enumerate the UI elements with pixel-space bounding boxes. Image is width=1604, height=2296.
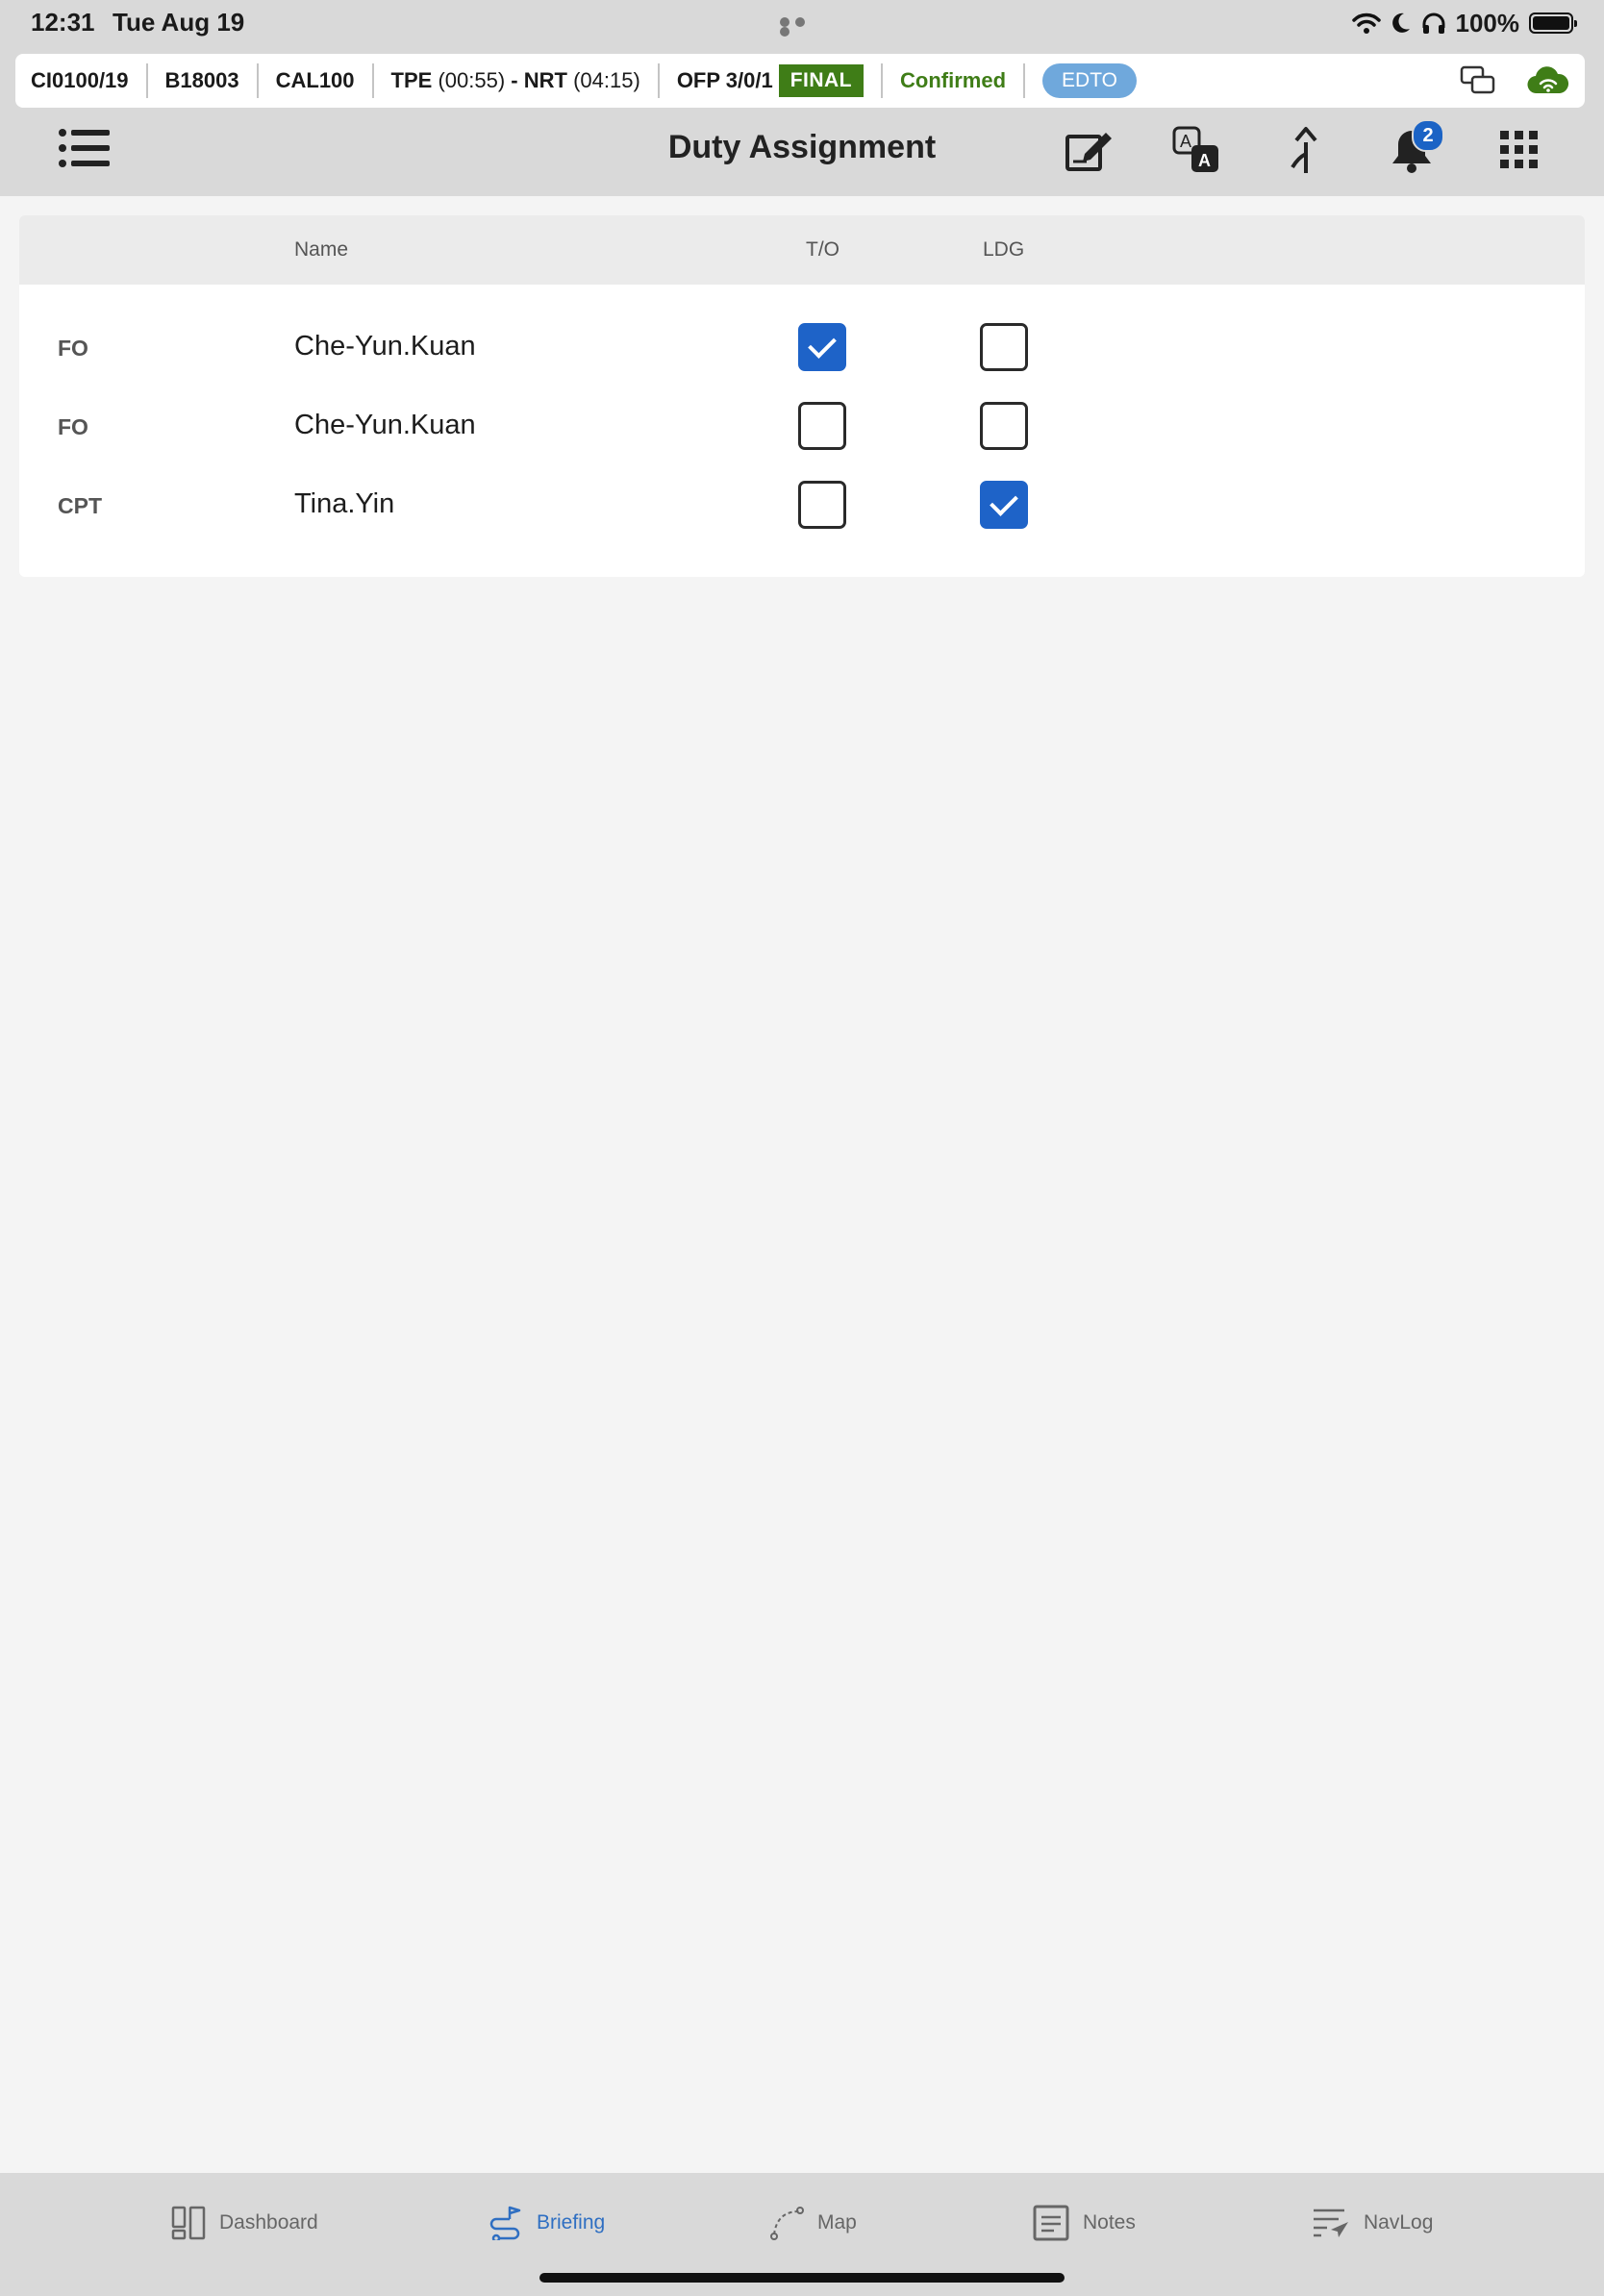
- notes-icon: [1033, 2205, 1069, 2241]
- table-row: FO Che-Yun.Kuan: [19, 308, 1585, 387]
- takeoff-checkbox[interactable]: [798, 323, 846, 371]
- tab-notes[interactable]: Notes: [1033, 2204, 1136, 2242]
- map-route-icon: [770, 2207, 804, 2240]
- edto-badge[interactable]: EDTO: [1042, 63, 1137, 98]
- landing-checkbox[interactable]: [980, 402, 1028, 450]
- route-branch-icon[interactable]: [1279, 125, 1329, 175]
- svg-text:A: A: [1198, 151, 1211, 170]
- departure-time: (00:55): [438, 68, 506, 92]
- header-takeoff: T/O: [806, 238, 840, 261]
- notifications-button[interactable]: 2: [1387, 119, 1444, 175]
- status-time: 12:31: [31, 8, 95, 37]
- header-landing: LDG: [983, 238, 1025, 261]
- dashboard-icon: [171, 2206, 206, 2240]
- crew-role: FO: [58, 336, 88, 361]
- crew-role: FO: [58, 414, 88, 439]
- aircraft-registration: B18003: [148, 63, 259, 98]
- home-indicator: [539, 2273, 1065, 2283]
- toolbar: Duty Assignment A A 2: [0, 115, 1604, 196]
- takeoff-checkbox[interactable]: [798, 481, 846, 529]
- battery-icon: [1529, 12, 1577, 34]
- tab-label: NavLog: [1364, 2211, 1434, 2234]
- landing-checkbox[interactable]: [980, 323, 1028, 371]
- wifi-icon: [1351, 12, 1381, 34]
- flight-info-bar[interactable]: CI0100/19 B18003 CAL100 TPE (00:55) - NR…: [15, 54, 1585, 108]
- tab-navlog[interactable]: NavLog: [1312, 2204, 1433, 2242]
- tab-label: Dashboard: [219, 2211, 318, 2234]
- tab-label: Briefing: [537, 2211, 606, 2234]
- tab-dashboard[interactable]: Dashboard: [171, 2204, 318, 2242]
- battery-percentage: 100%: [1455, 8, 1520, 37]
- svg-text:A: A: [1180, 132, 1191, 151]
- tab-label: Notes: [1083, 2211, 1136, 2234]
- translate-icon[interactable]: A A: [1171, 125, 1221, 175]
- route: TPE (00:55) - NRT (04:15): [374, 63, 660, 98]
- multi-window-icon[interactable]: [1460, 65, 1496, 96]
- status-date: Tue Aug 19: [113, 8, 245, 37]
- moon-icon: [1391, 12, 1410, 33]
- cloud-sync-icon[interactable]: [1527, 66, 1569, 95]
- landing-checkbox[interactable]: [980, 481, 1028, 529]
- crew-role: CPT: [58, 493, 102, 518]
- duty-assignment-table: Name T/O LDG FO Che-Yun.Kuan FO Che-Yun.…: [19, 215, 1585, 577]
- header-name: Name: [294, 238, 349, 261]
- headphones-icon: [1422, 12, 1444, 34]
- ofp-status: FINAL: [778, 63, 884, 98]
- route-separator: -: [511, 68, 518, 92]
- notification-badge: 2: [1412, 119, 1444, 152]
- page-title: Duty Assignment: [667, 129, 937, 165]
- crew-name: Che-Yun.Kuan: [294, 410, 476, 440]
- takeoff-checkbox[interactable]: [798, 402, 846, 450]
- tab-briefing[interactable]: Briefing: [489, 2204, 605, 2242]
- table-row: CPT Tina.Yin: [19, 465, 1585, 544]
- callsign: CAL100: [259, 63, 374, 98]
- tab-map[interactable]: Map: [769, 2204, 857, 2242]
- crew-name: Che-Yun.Kuan: [294, 331, 476, 362]
- table-header: Name T/O LDG: [19, 215, 1585, 285]
- arrival-airport: NRT: [523, 68, 567, 92]
- final-badge: FINAL: [778, 64, 865, 97]
- navlog-icon: [1314, 2209, 1348, 2237]
- table-row: FO Che-Yun.Kuan: [19, 387, 1585, 465]
- sign-edit-icon[interactable]: [1064, 125, 1114, 175]
- ofp-version: OFP 3/0/1: [676, 68, 773, 92]
- grid-apps-icon[interactable]: [1494, 125, 1544, 175]
- confirmed-status: Confirmed: [883, 63, 1026, 98]
- briefing-icon: [489, 2206, 521, 2240]
- status-bar: 12:31 Tue Aug 19 100%: [0, 0, 1604, 46]
- tab-label: Map: [817, 2211, 857, 2234]
- departure-airport: TPE: [390, 68, 433, 92]
- flight-number: CI0100/19: [15, 63, 148, 98]
- crew-name: Tina.Yin: [294, 488, 395, 519]
- multitasking-dots-icon[interactable]: [780, 17, 824, 37]
- arrival-time: (04:15): [573, 68, 640, 92]
